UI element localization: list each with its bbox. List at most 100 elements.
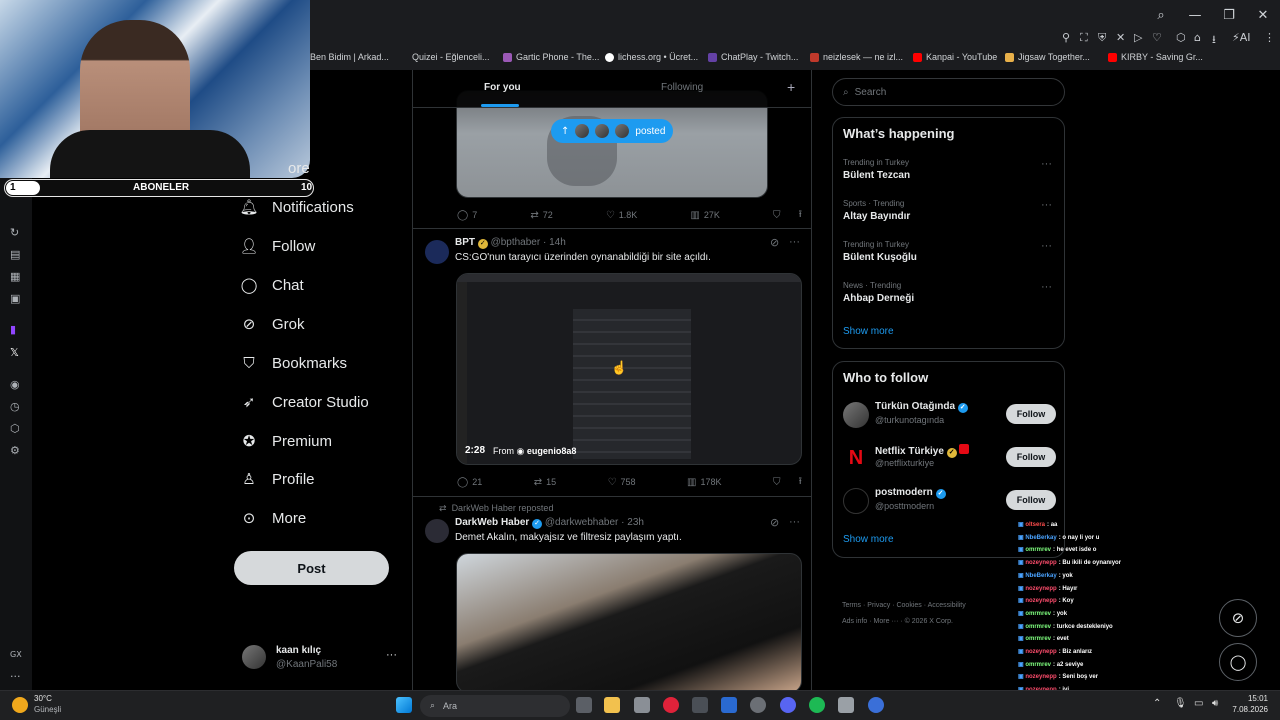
task-view-icon[interactable] (576, 697, 592, 713)
pinboard-icon[interactable]: ▦ (10, 270, 20, 283)
extensions-icon[interactable]: ⬡ (1176, 31, 1186, 44)
player-icon[interactable]: ◉ (10, 378, 20, 391)
trend-item[interactable]: Trending in Turkey Bülent Kuşoğlu ··· (843, 240, 1056, 263)
nav-chat[interactable]: ◯ Chat (240, 276, 304, 294)
play-icon[interactable]: ▷ (1134, 31, 1142, 44)
grok-icon[interactable]: ⊘ (770, 516, 779, 529)
author-handle[interactable]: @bpthaber (491, 237, 541, 248)
more-dots-icon[interactable]: ··· (789, 516, 800, 528)
follow-button[interactable]: Follow (1006, 447, 1056, 467)
bookmark-item[interactable]: KIRBY - Saving Gr... (1108, 52, 1203, 62)
maximize-icon[interactable]: ❐ (1212, 8, 1246, 23)
reply-button[interactable]: ◯ 21 (457, 475, 482, 489)
avatar[interactable] (425, 240, 449, 264)
taskbar-search[interactable]: ⌕ Ara (420, 695, 570, 717)
follow-suggestion[interactable]: N Netflix Türkiye ✓ @netflixturkiye Foll… (843, 443, 1056, 473)
clock-date[interactable]: 7.08.2026 (1230, 705, 1268, 714)
more-dots-icon[interactable]: ··· (1041, 240, 1052, 252)
repost-label[interactable]: DarkWeb Haber reposted (452, 503, 554, 513)
notepad-icon[interactable] (838, 697, 854, 713)
snapshot-icon[interactable]: ⛶ (1080, 31, 1088, 45)
follow-suggestion[interactable]: Türkün Otağında ✓ @turkunotagında Follow (843, 400, 1056, 430)
more-dots-icon[interactable]: ··· (1041, 199, 1052, 211)
settings-icon[interactable]: ⚙ (10, 444, 20, 457)
bookmark-icon[interactable]: ⛉ (773, 210, 781, 221)
more-dots-icon[interactable]: ··· (1041, 158, 1052, 170)
more-icon[interactable]: ··· (10, 670, 21, 683)
menu-icon[interactable]: ⋮ (1264, 31, 1275, 44)
post-video[interactable]: ☝ 2:28 From ◉ eugenio8a8 (456, 273, 802, 465)
wallet-icon[interactable]: ⌂ (1194, 31, 1201, 44)
clock-icon[interactable]: ◷ (10, 400, 20, 413)
repost-button[interactable]: ⇄ 72 (530, 208, 552, 222)
bookmark-item[interactable]: lichess.org • Ücret... (605, 52, 698, 62)
nav-more[interactable]: ⊙ More (240, 509, 306, 527)
author-handle[interactable]: @darkwebhaber (545, 517, 619, 528)
nav-profile[interactable]: ♙ Profile (240, 470, 314, 488)
shield-icon[interactable]: ⛨ (1098, 31, 1106, 45)
search-input[interactable]: ⌕ Search (832, 78, 1065, 106)
footer-link[interactable]: Terms (842, 602, 861, 609)
footer-link[interactable]: Privacy (867, 602, 890, 609)
bookmark-item[interactable]: Jigsaw Together... (1005, 52, 1090, 62)
microphone-icon[interactable]: 🎙︎ (1174, 698, 1187, 709)
footer-link[interactable]: More ··· (874, 618, 899, 625)
store-icon[interactable] (634, 697, 650, 713)
new-posts-pill[interactable]: ↑ posted (551, 119, 673, 143)
app-icon[interactable] (868, 697, 884, 713)
nav-notifications[interactable]: 🔔︎ Notifications (239, 198, 353, 216)
app-icon[interactable] (721, 697, 737, 713)
search-icon[interactable]: ⌕ (1144, 8, 1178, 23)
obs-icon[interactable] (750, 697, 766, 713)
more-dots-icon[interactable]: ··· (386, 649, 397, 661)
messenger-icon[interactable]: ▣ (10, 292, 20, 305)
repost-button[interactable]: ⇄ 15 (534, 475, 556, 489)
share-icon[interactable]: ⭱ (799, 474, 803, 491)
post-time[interactable]: · 14h (543, 237, 566, 248)
opera-gx-icon[interactable] (663, 697, 679, 713)
footer-link[interactable]: Accessibility (928, 602, 966, 609)
add-tab-icon[interactable]: + (787, 79, 795, 95)
ai-icon[interactable]: ⚡AI (1232, 31, 1251, 44)
tray-chevron-icon[interactable]: ⌃ (1153, 698, 1161, 709)
trend-item[interactable]: Sports · Trending Altay Bayındır ··· (843, 199, 1056, 222)
workspace-icon[interactable]: ▤ (10, 248, 20, 261)
steam-icon[interactable] (692, 697, 708, 713)
discord-icon[interactable] (780, 697, 796, 713)
nav-bookmarks[interactable]: ⛉ Bookmarks (240, 354, 347, 372)
trend-item[interactable]: News · Trending Ahbap Derneği ··· (843, 281, 1056, 304)
avatar[interactable] (425, 519, 449, 543)
show-more-link[interactable]: Show more (843, 326, 894, 337)
like-button[interactable]: ♡ 1.8K (606, 208, 637, 222)
like-button[interactable]: ♡ 758 (608, 475, 636, 489)
bookmark-icon[interactable]: ⛉ (773, 477, 781, 488)
more-dots-icon[interactable]: ··· (789, 236, 800, 248)
bookmark-item[interactable]: Gartic Phone - The... (503, 52, 599, 62)
file-explorer-icon[interactable] (604, 697, 620, 713)
tab-following[interactable]: Following (661, 82, 703, 93)
footer-link[interactable]: Cookies (896, 602, 921, 609)
post-media[interactable] (456, 553, 802, 690)
bookmark-item[interactable]: Ben Bidim | Arkad... (310, 52, 389, 62)
footer-link[interactable]: Ads info (842, 618, 867, 625)
trend-item[interactable]: Trending in Turkey Bülent Tezcan ··· (843, 158, 1056, 181)
network-icon[interactable]: ▭ (1194, 698, 1203, 709)
views-button[interactable]: ▥ 27K (690, 208, 719, 222)
minimize-icon[interactable]: — (1178, 8, 1212, 23)
volume-icon[interactable]: 🔊︎ (1212, 698, 1218, 709)
bookmark-item[interactable]: ChatPlay - Twitch... (708, 52, 798, 62)
heart-icon[interactable]: ♡ (1152, 31, 1162, 44)
nav-premium[interactable]: ✪ Premium (240, 432, 332, 450)
spotify-icon[interactable] (809, 697, 825, 713)
author-name[interactable]: DarkWeb Haber (455, 517, 529, 528)
post-time[interactable]: · 23h (621, 517, 644, 528)
bookmark-item[interactable]: Kanpai - YouTube (913, 52, 997, 62)
clock-time[interactable]: 15:01 (1242, 694, 1268, 703)
follow-button[interactable]: Follow (1006, 490, 1056, 510)
follow-suggestion[interactable]: postmodern ✓ @posttmodern Follow (843, 486, 1056, 516)
reply-button[interactable]: ◯ 7 (457, 208, 477, 222)
post-button[interactable]: Post (234, 551, 389, 585)
twitch-icon[interactable]: ▮ (10, 323, 16, 336)
nav-grok[interactable]: ⊘ Grok (240, 315, 305, 333)
grok-icon[interactable]: ⊘ (770, 236, 779, 249)
